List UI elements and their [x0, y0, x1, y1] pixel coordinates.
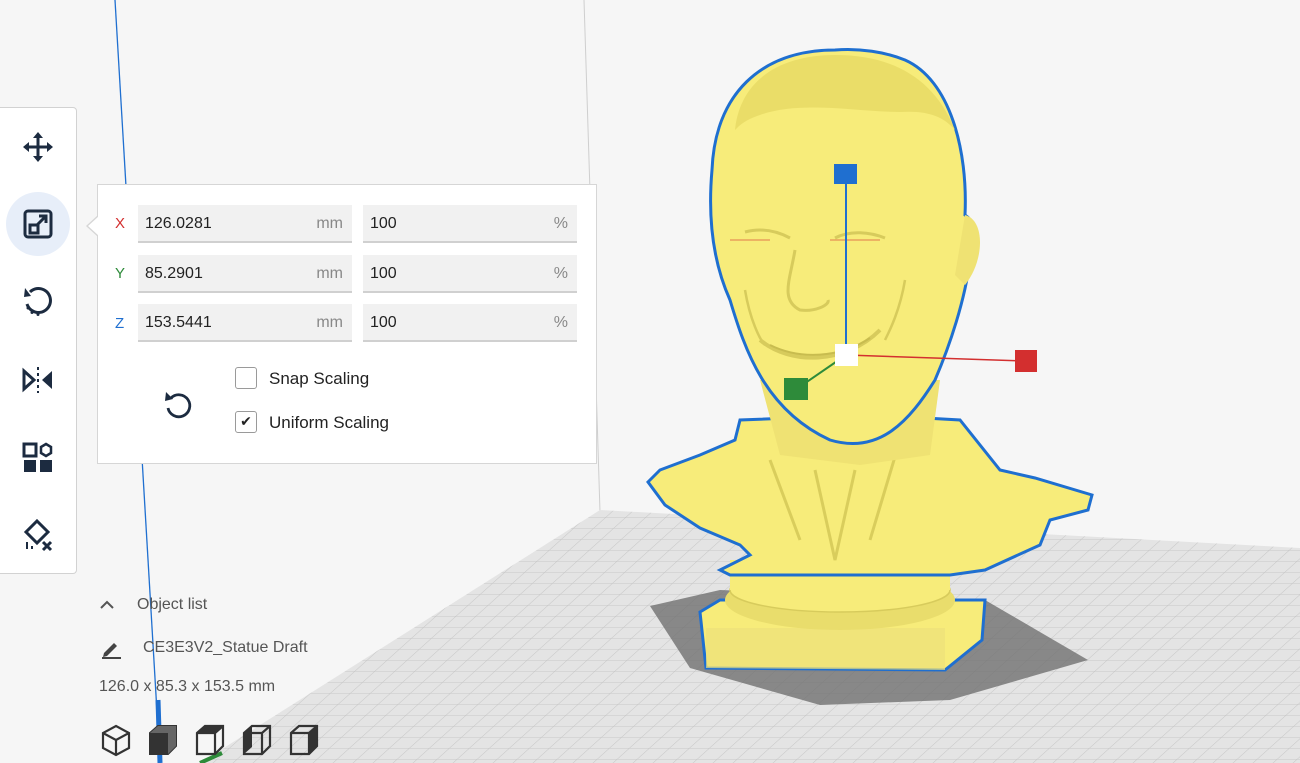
- left-view-icon[interactable]: [241, 723, 273, 757]
- y-size-field[interactable]: 85.2901 mm: [138, 255, 352, 293]
- x-scale-handle[interactable]: [1015, 350, 1037, 372]
- mirror-tool-button[interactable]: [6, 348, 70, 412]
- z-size-field[interactable]: 153.5441 mm: [138, 304, 352, 342]
- object-list-title: Object list: [137, 596, 208, 613]
- y-scale-handle[interactable]: [784, 378, 808, 400]
- snap-scaling-checkbox[interactable]: [235, 367, 257, 389]
- uniform-scale-handle[interactable]: [835, 344, 858, 366]
- y-axis-label: Y: [115, 265, 126, 282]
- checkmark-icon: ✔: [240, 414, 252, 430]
- object-list-toggle[interactable]: Object list: [98, 593, 207, 617]
- tool-sidebar: [0, 107, 77, 574]
- panel-pointer-fill: [88, 216, 99, 236]
- x-axis-label: X: [115, 215, 126, 232]
- z-scale-handle[interactable]: [834, 164, 857, 184]
- front-view-icon[interactable]: [147, 723, 179, 757]
- rotate-tool-button[interactable]: [6, 269, 70, 333]
- right-view-icon[interactable]: [288, 723, 320, 757]
- scale-tool-button[interactable]: [6, 192, 70, 256]
- rotate-icon: [24, 287, 52, 316]
- y-percent-field[interactable]: 100 %: [363, 255, 577, 293]
- support-blocker-icon: [23, 518, 53, 552]
- snap-scaling-label: Snap Scaling: [269, 369, 370, 388]
- top-view-icon[interactable]: [194, 723, 226, 757]
- x-size-field[interactable]: 126.0281 mm: [138, 205, 352, 243]
- x-percent-field[interactable]: 100 %: [363, 205, 577, 243]
- scale-icon: [23, 209, 53, 239]
- uniform-scaling-checkbox[interactable]: ✔: [235, 411, 257, 433]
- object-name: CE3E3V2_Statue Draft: [143, 639, 308, 656]
- per-model-settings-button[interactable]: [6, 426, 70, 490]
- object-dimensions: 126.0 x 85.3 x 153.5 mm: [99, 678, 276, 695]
- reset-icon: [165, 392, 192, 419]
- move-icon: [23, 132, 53, 162]
- pencil-icon[interactable]: [100, 637, 122, 659]
- 3d-view-icon[interactable]: [100, 723, 132, 757]
- z-percent-field[interactable]: 100 %: [363, 304, 577, 342]
- scale-panel: X 126.0281 mm 100 % Y 85.2901 mm 100 % Z…: [97, 184, 597, 464]
- uniform-scaling-label: Uniform Scaling: [269, 413, 389, 432]
- object-list-item[interactable]: CE3E3V2_Statue Draft: [100, 637, 308, 659]
- support-blocker-button[interactable]: [6, 503, 70, 567]
- per-model-settings-icon: [22, 442, 53, 472]
- z-axis-label: Z: [115, 315, 125, 332]
- move-tool-button[interactable]: [6, 115, 70, 179]
- camera-view-buttons: [100, 723, 320, 757]
- reset-scale-button[interactable]: [158, 385, 198, 425]
- chevron-up-icon: [100, 600, 114, 609]
- mirror-icon: [22, 367, 52, 393]
